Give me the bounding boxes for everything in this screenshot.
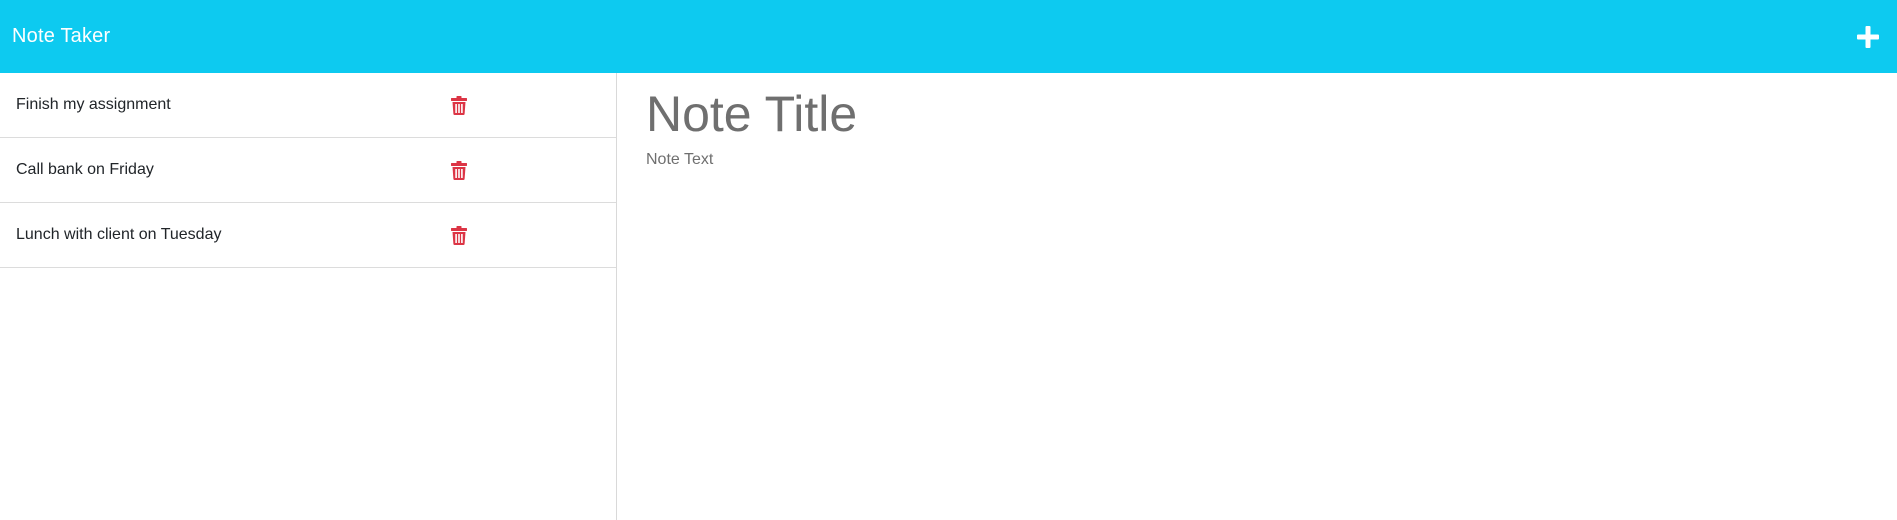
- note-item-title[interactable]: Lunch with client on Tuesday: [16, 226, 221, 244]
- delete-note-button[interactable]: [450, 94, 468, 116]
- trash-icon: [451, 225, 467, 245]
- new-note-button[interactable]: [1853, 22, 1883, 52]
- note-text-input[interactable]: [643, 151, 1872, 451]
- notes-sidebar: Finish my assignment Call bank on Friday: [0, 73, 617, 520]
- note-editor: [618, 73, 1897, 520]
- list-item[interactable]: Lunch with client on Tuesday: [0, 203, 616, 268]
- note-title-input[interactable]: [643, 83, 1872, 145]
- note-list: Finish my assignment Call bank on Friday: [0, 73, 616, 268]
- delete-note-button[interactable]: [450, 224, 468, 246]
- delete-note-button[interactable]: [450, 159, 468, 181]
- plus-icon: [1857, 25, 1879, 48]
- trash-icon: [451, 160, 467, 180]
- navbar: Note Taker: [0, 0, 1897, 73]
- note-item-title[interactable]: Call bank on Friday: [16, 161, 154, 179]
- list-item[interactable]: Finish my assignment: [0, 73, 616, 138]
- brand-title[interactable]: Note Taker: [12, 25, 110, 48]
- trash-icon: [451, 95, 467, 115]
- note-item-title[interactable]: Finish my assignment: [16, 96, 171, 114]
- list-item[interactable]: Call bank on Friday: [0, 138, 616, 203]
